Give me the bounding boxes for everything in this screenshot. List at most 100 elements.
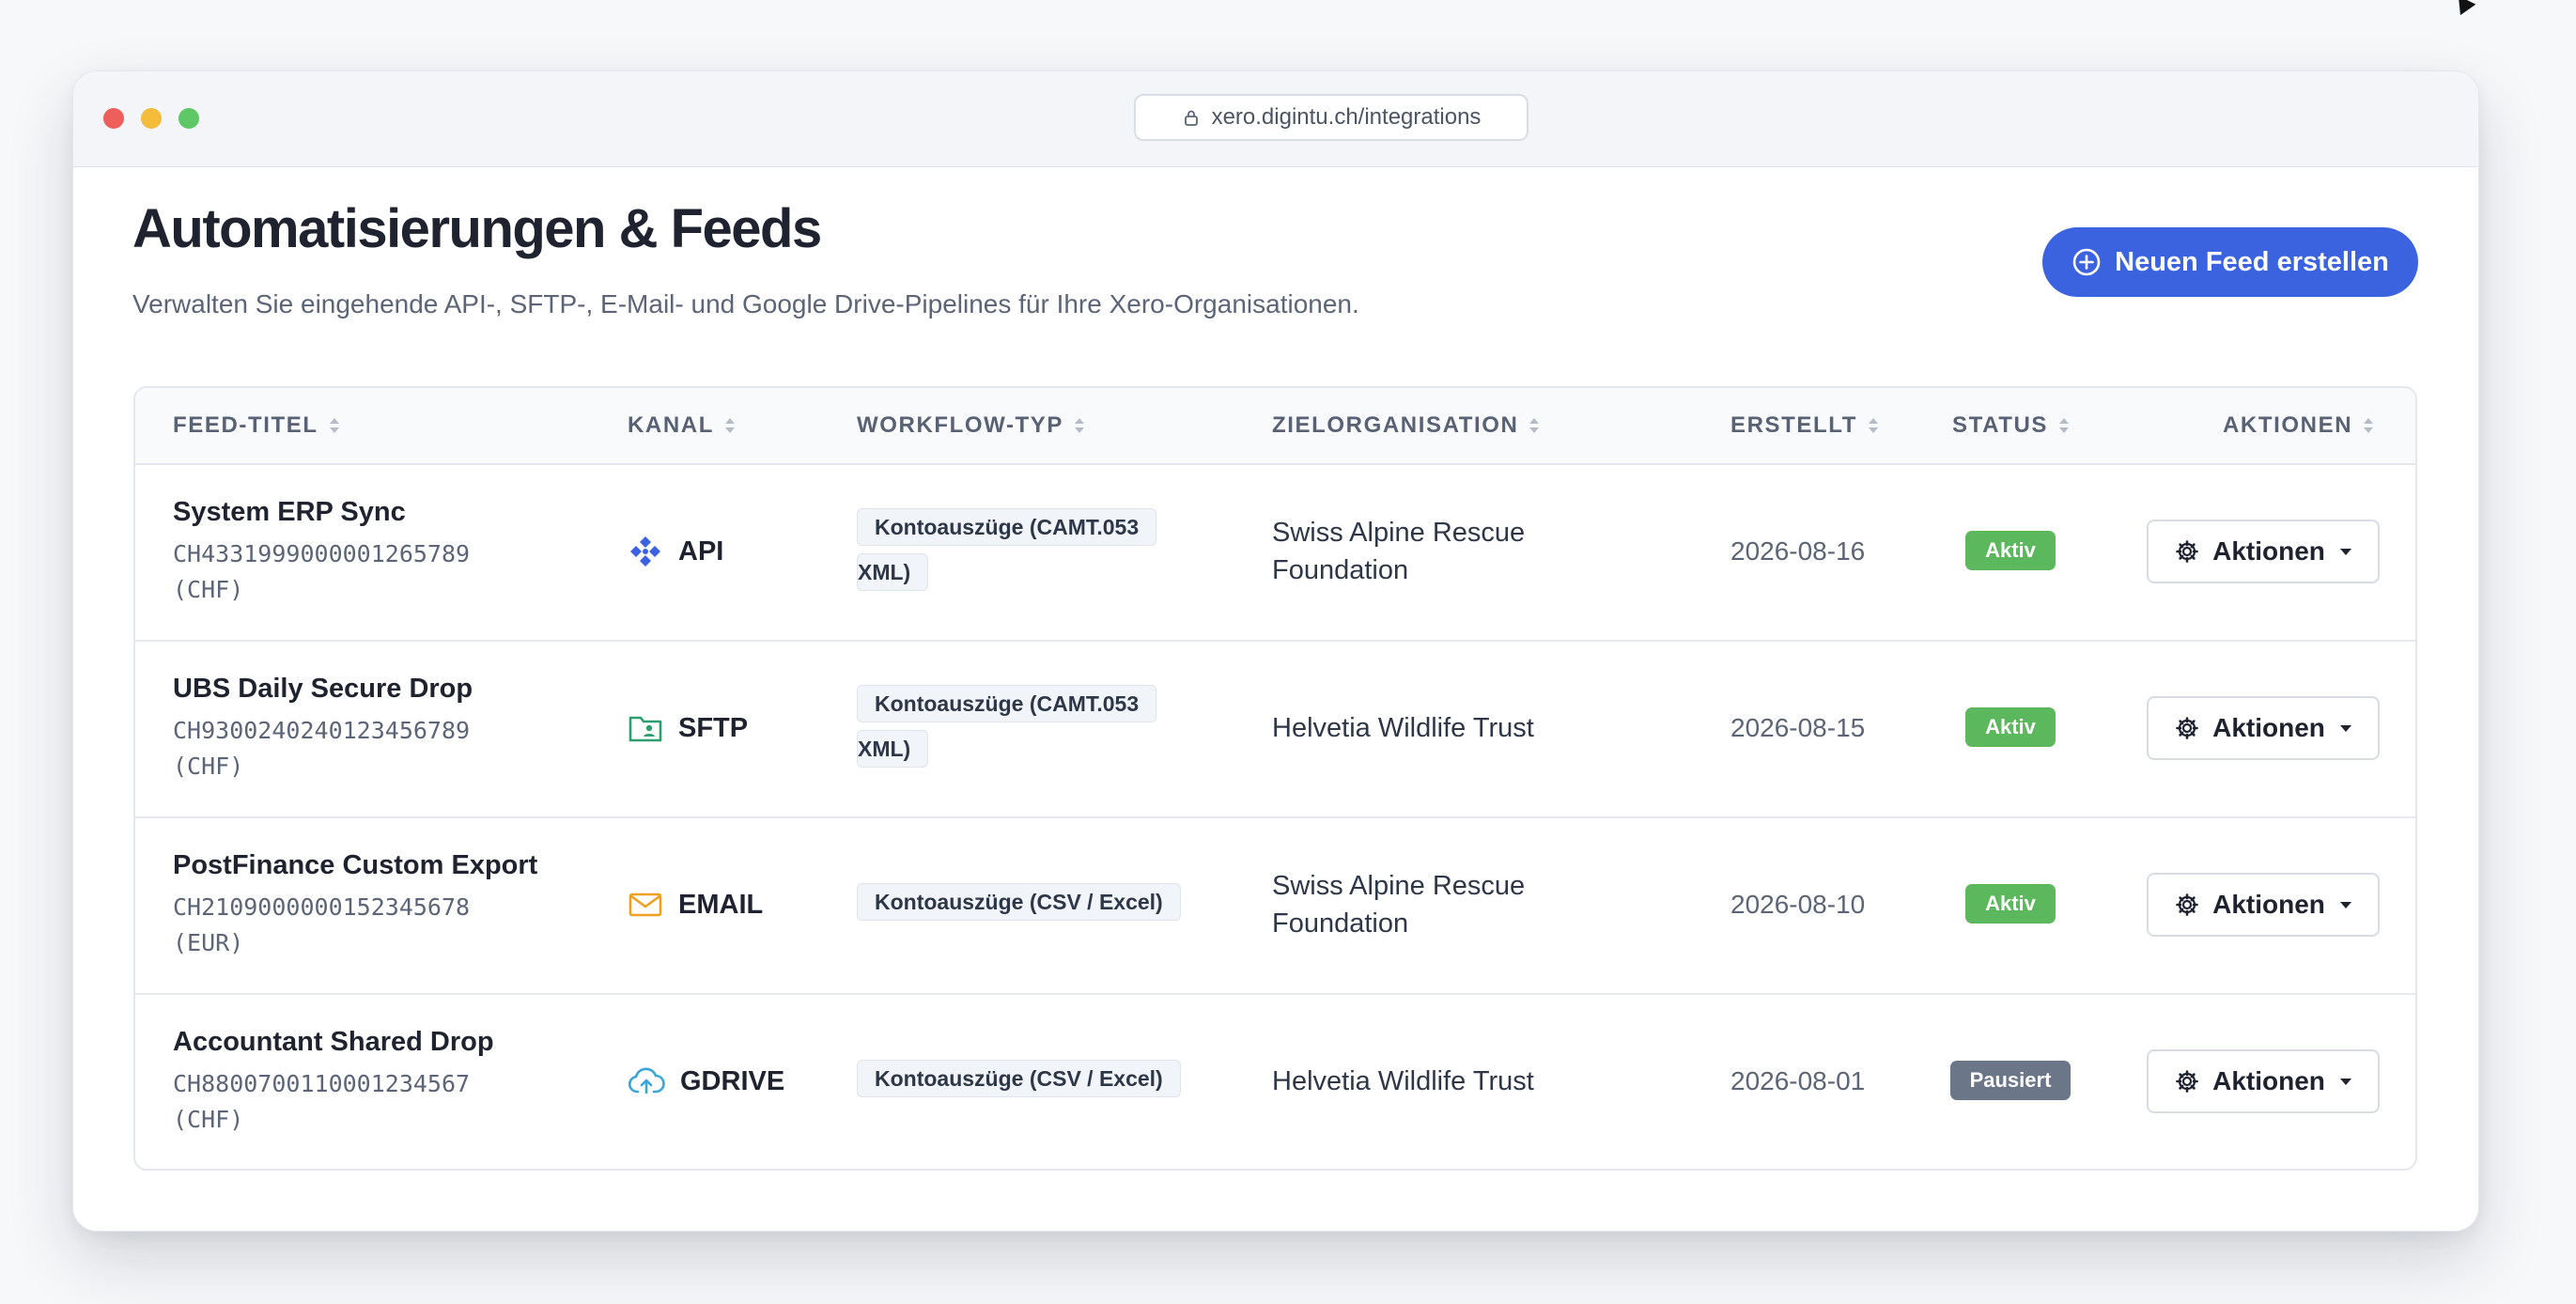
created-date: 2026-08-16 — [1730, 536, 1866, 566]
actions-label: Aktionen — [2212, 1066, 2325, 1095]
workflow-badge: Kontoauszüge (CAMT.053 XML) — [857, 505, 1159, 595]
table-row: UBS Daily Secure Drop CH9300240240123456… — [135, 640, 2415, 818]
table-row: Accountant Shared Drop CH880070011000123… — [135, 993, 2415, 1169]
feed-iban: CH2109000000152345678 — [173, 893, 471, 921]
sort-icon — [1075, 417, 1085, 434]
column-header-workflow-type[interactable]: WORKFLOW-TYP — [857, 388, 1085, 463]
target-org-line: Helvetia Wildlife Trust — [1272, 1066, 1534, 1096]
workflow-badge-text: Kontoauszüge (CAMT.053 — [857, 508, 1157, 546]
sort-icon — [1529, 417, 1540, 434]
feed-title[interactable]: UBS Daily Secure Drop — [173, 674, 473, 705]
target-org-line: Helvetia Wildlife Trust — [1272, 713, 1534, 743]
feed-currency: (CHF) — [173, 576, 244, 603]
feed-iban: CH8800700110001234567 — [173, 1070, 471, 1097]
column-header-created[interactable]: ERSTELLT — [1730, 388, 1879, 463]
table-header: FEED-TITEL KANAL WORKFLOW-TYP ZIELORGANI… — [135, 388, 2415, 465]
feed-account: CH8800700110001234567 (CHF) — [173, 1066, 511, 1138]
column-header-label: WORKFLOW-TYP — [857, 412, 1064, 438]
actions-dropdown-button[interactable]: Aktionen — [2147, 520, 2380, 583]
channel-label: GDRIVE — [680, 1065, 785, 1096]
actions-label: Aktionen — [2212, 890, 2325, 919]
workflow-badge: Kontoauszüge (CSV / Excel) — [857, 1056, 1181, 1101]
actions-dropdown-button[interactable]: Aktionen — [2147, 696, 2380, 760]
caret-down-icon — [2339, 901, 2351, 908]
target-org-line: Swiss Alpine Rescue — [1272, 871, 1526, 901]
target-org: Swiss Alpine Rescue Foundation — [1272, 514, 1525, 589]
column-header-actions[interactable]: AKTIONEN — [2223, 388, 2374, 463]
column-header-label: ZIELORGANISATION — [1272, 412, 1519, 438]
url-text: xero.digintu.ch/integrations — [1211, 104, 1482, 130]
feed-title[interactable]: PostFinance Custom Export — [173, 850, 537, 881]
actions-dropdown-button[interactable]: Aktionen — [2147, 1049, 2380, 1113]
caret-down-icon — [2339, 1078, 2351, 1085]
channel-label: API — [678, 536, 724, 567]
sort-icon — [2364, 417, 2374, 434]
feed-iban: CH9300240240123456789 — [173, 717, 471, 744]
target-org-line: Foundation — [1272, 908, 1409, 939]
mouse-cursor — [2450, 0, 2476, 16]
channel-cell: GDRIVE — [628, 993, 785, 1169]
status-badge: Pausiert — [1950, 1061, 2071, 1100]
target-org: Helvetia Wildlife Trust — [1272, 1063, 1534, 1100]
actions-dropdown-button[interactable]: Aktionen — [2147, 873, 2380, 937]
status-badge: Aktiv — [1965, 707, 2056, 747]
create-feed-label: Neuen Feed erstellen — [2115, 246, 2389, 277]
column-header-label: AKTIONEN — [2223, 412, 2353, 438]
table-row: PostFinance Custom Export CH210900000015… — [135, 816, 2415, 995]
channel-cell: API — [628, 463, 723, 640]
create-feed-button[interactable]: Neuen Feed erstellen — [2042, 227, 2418, 297]
target-org-line: Foundation — [1272, 555, 1409, 585]
gear-icon — [2176, 540, 2198, 563]
close-window-button[interactable] — [103, 108, 124, 129]
channel-cell: EMAIL — [628, 816, 763, 993]
gear-icon — [2176, 717, 2198, 739]
sort-icon — [2059, 417, 2070, 434]
page-subtitle: Verwalten Sie eingehende API-, SFTP-, E-… — [132, 289, 1359, 318]
target-org: Swiss Alpine Rescue Foundation — [1272, 867, 1525, 942]
caret-down-icon — [2339, 724, 2351, 732]
column-header-feed-title[interactable]: FEED-TITEL — [173, 388, 339, 463]
column-header-label: STATUS — [1952, 412, 2049, 438]
plus-circle-icon — [2072, 248, 2101, 276]
lock-icon — [1184, 110, 1198, 126]
workflow-badge-text: Kontoauszüge (CSV / Excel) — [857, 883, 1181, 921]
created-date: 2026-08-10 — [1730, 890, 1866, 919]
feed-currency: (CHF) — [173, 1106, 244, 1133]
created-date: 2026-08-01 — [1730, 1066, 1866, 1095]
feed-title[interactable]: System ERP Sync — [173, 497, 406, 528]
sort-icon — [1869, 417, 1879, 434]
column-header-target-org[interactable]: ZIELORGANISATION — [1272, 388, 1540, 463]
status-badge: Aktiv — [1965, 884, 2056, 924]
maximize-window-button[interactable] — [178, 108, 199, 129]
feed-account: CH2109000000152345678 (EUR) — [173, 890, 511, 961]
envelope-icon — [628, 893, 662, 917]
column-header-channel[interactable]: KANAL — [628, 388, 735, 463]
sort-icon — [329, 417, 339, 434]
channel-label: SFTP — [678, 712, 749, 743]
feed-title[interactable]: Accountant Shared Drop — [173, 1027, 494, 1058]
column-header-status[interactable]: STATUS — [1952, 388, 2070, 463]
address-bar[interactable]: xero.digintu.ch/integrations — [1134, 94, 1529, 141]
browser-titlebar: xero.digintu.ch/integrations — [73, 71, 2478, 167]
actions-label: Aktionen — [2212, 713, 2325, 742]
target-org: Helvetia Wildlife Trust — [1272, 709, 1534, 747]
workflow-badge-text: Kontoauszüge (CAMT.053 — [857, 685, 1157, 722]
feed-currency: (EUR) — [173, 929, 244, 956]
workflow-badge: Kontoauszüge (CAMT.053 XML) — [857, 681, 1159, 771]
page-title: Automatisierungen & Feeds — [132, 198, 822, 259]
cloud-upload-icon — [628, 1067, 665, 1094]
caret-down-icon — [2339, 548, 2351, 555]
target-org-line: Swiss Alpine Rescue — [1272, 518, 1526, 548]
channel-label: EMAIL — [678, 889, 764, 920]
channel-cell: SFTP — [628, 640, 748, 816]
feed-account: CH4331999000001265789 (CHF) — [173, 536, 511, 608]
feed-account: CH9300240240123456789 (CHF) — [173, 713, 511, 784]
column-header-label: KANAL — [628, 412, 714, 438]
minimize-window-button[interactable] — [141, 108, 162, 129]
column-header-label: ERSTELLT — [1730, 412, 1858, 438]
workflow-badge-text: XML) — [857, 730, 929, 768]
gear-icon — [2176, 1070, 2198, 1093]
feed-iban: CH4331999000001265789 — [173, 540, 471, 567]
api-network-icon — [630, 536, 660, 567]
actions-label: Aktionen — [2212, 536, 2325, 566]
